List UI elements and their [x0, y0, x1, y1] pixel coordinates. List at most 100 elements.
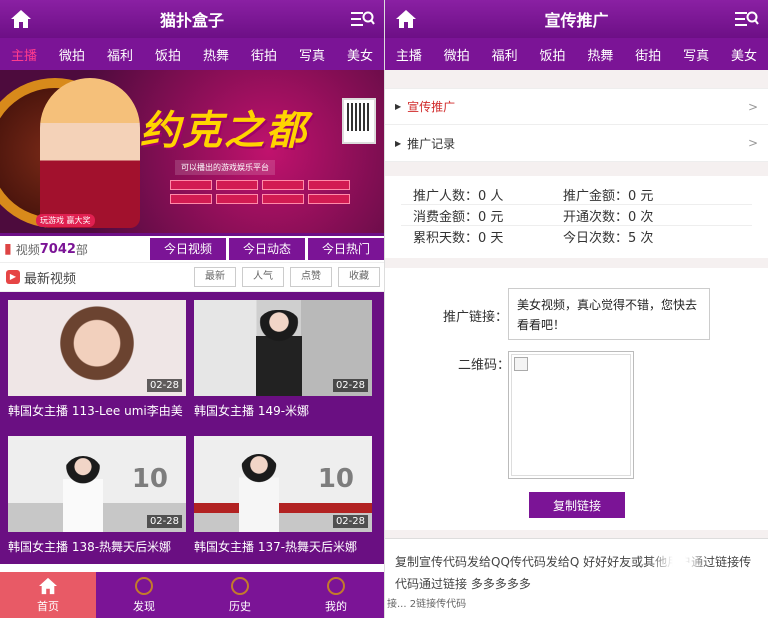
qr-code-label: 二维码： [458, 358, 511, 373]
instructions-footer: 接... 2链接传代码 [387, 599, 467, 610]
latest-videos-bar: ▶ 最新视频 最新 人气 点赞 收藏 [0, 262, 384, 292]
tab-today-videos[interactable]: 今日视频 [150, 238, 226, 260]
video-card[interactable]: 02-28 韩国女主播 113-Lee umi李由美 [8, 300, 186, 430]
category-tab[interactable]: 写真 [680, 45, 712, 64]
promotion-stats: 推广人数：0 人 推广金额：0 元 消费金额：0 元 开通次数：0 次 累积天数… [385, 176, 768, 258]
triangle-right-icon: ▶ [395, 102, 402, 111]
category-tab[interactable]: 主播 [393, 45, 425, 64]
promo-link-textbox[interactable]: 美女视频，真心觉得不错，您快去看看吧！ [508, 288, 710, 340]
sort-likes-button[interactable]: 点赞 [290, 267, 332, 287]
banner-character [40, 78, 140, 228]
nav-home[interactable]: 首页 [0, 572, 96, 618]
category-nav: 主播 微拍 福利 饭拍 热舞 街拍 写真 美女 [0, 38, 384, 70]
video-card[interactable]: 10 02-28 韩国女主播 137-热舞天后米娜 [194, 436, 372, 566]
video-date: 02-28 [332, 515, 368, 528]
menu-item-label: 推广记录 [407, 136, 456, 151]
nav-home-label: 首页 [37, 600, 59, 613]
menu-item-label: 宣传推广 [407, 100, 456, 114]
video-caption[interactable]: 韩国女主播 138-热舞天后米娜 [8, 538, 186, 555]
menu-search-icon[interactable] [342, 0, 384, 38]
top-bar: 宣传推广 [385, 0, 768, 38]
video-grid: 02-28 韩国女主播 113-Lee umi李由美 02-28 韩国女主播 1… [0, 292, 384, 564]
copy-link-button[interactable]: 复制链接 [529, 492, 625, 518]
tab-today-hot[interactable]: 今日热门 [308, 238, 384, 260]
banner-chips [170, 180, 350, 204]
nav-profile[interactable]: 我的 [288, 572, 384, 618]
promotion-menu: ▶ 宣传推广 > ▶ 推广记录 > [385, 88, 768, 162]
home-icon[interactable] [385, 0, 427, 38]
stat-spending: 消费金额：0 元 [413, 209, 504, 225]
tab-today-activity[interactable]: 今日动态 [229, 238, 305, 260]
category-tab[interactable]: 美女 [344, 45, 376, 64]
top-bar: 猫扑盒子 [0, 0, 384, 38]
category-tab[interactable]: 福利 [489, 45, 521, 64]
banner-subtitle: 可以播出的游戏娱乐平台 [175, 160, 275, 175]
video-date: 02-28 [332, 379, 368, 392]
menu-search-icon[interactable] [726, 0, 768, 38]
category-nav: 主播 微拍 福利 饭拍 热舞 街拍 写真 美女 [385, 38, 768, 70]
promotion-screen: 宣传推广 主播 微拍 福利 饭拍 热舞 街拍 写真 美女 ▶ 宣传推广 > ▶ … [384, 0, 768, 618]
chevron-right-icon: > [747, 99, 758, 114]
video-caption[interactable]: 韩国女主播 113-Lee umi李由美 [8, 402, 186, 419]
qr-code-image [508, 351, 634, 479]
home-icon [38, 576, 58, 596]
category-tab[interactable]: 热舞 [584, 45, 616, 64]
clock-icon [230, 576, 250, 596]
video-watermark: 10 [131, 464, 168, 494]
sort-popular-button[interactable]: 人气 [242, 267, 284, 287]
video-date: 02-28 [146, 515, 182, 528]
nav-history[interactable]: 历史 [192, 572, 288, 618]
category-tab[interactable]: 主播 [8, 45, 40, 64]
video-count: 7042 [39, 241, 76, 257]
video-count-label: 视频 [15, 242, 40, 257]
nav-discover-label: 发现 [133, 600, 155, 613]
category-tab[interactable]: 街拍 [248, 45, 280, 64]
video-thumbnail[interactable]: 10 02-28 [8, 436, 186, 532]
stat-activations: 开通次数：0 次 [563, 209, 654, 225]
video-watermark: 10 [317, 464, 354, 494]
video-caption[interactable]: 韩国女主播 149-米娜 [194, 402, 372, 419]
nav-discover[interactable]: 发现 [96, 572, 192, 618]
chevron-right-icon: > [747, 136, 758, 150]
video-thumbnail[interactable]: 02-28 [8, 300, 186, 396]
promo-instructions: 复制宣传代码发给QQ传代码发给Q 好好好友或其他用户通过链接传代码通过链接 多多… [385, 538, 768, 618]
video-date: 02-28 [146, 379, 182, 392]
stat-promoted-users: 推广人数：0 人 [413, 188, 504, 204]
nav-history-label: 历史 [229, 600, 251, 613]
category-tab[interactable]: 街拍 [632, 45, 664, 64]
category-tab[interactable]: 福利 [104, 45, 136, 64]
sort-favorites-button[interactable]: 收藏 [338, 267, 380, 287]
page-title: 宣传推广 [544, 11, 609, 30]
category-tab[interactable]: 热舞 [200, 45, 232, 64]
promo-link-label: 推广链接： [443, 310, 509, 325]
page-title: 猫扑盒子 [159, 11, 224, 30]
nav-profile-label: 我的 [325, 600, 347, 613]
bar-chart-icon: ▮ [4, 241, 12, 257]
sort-latest-button[interactable]: 最新 [194, 267, 236, 287]
promotion-link-panel: 推广链接： 美女视频，真心觉得不错，您快去看看吧！ 二维码： 复制链接 [385, 268, 768, 530]
stat-promotion-amount: 推广金额：0 元 [563, 188, 654, 204]
video-stats-bar: ▮ 视频 7042 部 今日视频 今日动态 今日热门 [0, 236, 384, 262]
category-tab[interactable]: 饭拍 [537, 45, 569, 64]
stat-today-count: 今日次数：5 次 [563, 231, 654, 246]
home-icon[interactable] [0, 0, 42, 38]
triangle-right-icon: ▶ [395, 138, 402, 148]
category-tab[interactable]: 饭拍 [152, 45, 184, 64]
banner-play-tag: 玩游戏 赢大奖 [36, 214, 95, 227]
play-icon: ▶ [6, 270, 20, 284]
video-caption[interactable]: 韩国女主播 137-热舞天后米娜 [194, 538, 372, 555]
video-card[interactable]: 10 02-28 韩国女主播 138-热舞天后米娜 [8, 436, 186, 566]
category-tab[interactable]: 美女 [728, 45, 760, 64]
promo-banner[interactable]: 约克之都 可以播出的游戏娱乐平台 玩游戏 赢大奖 [0, 70, 384, 236]
video-thumbnail[interactable]: 10 02-28 [194, 436, 372, 532]
banner-title: 约克之都 [140, 108, 308, 154]
menu-item-promotion[interactable]: ▶ 宣传推广 > [385, 89, 768, 125]
menu-item-records[interactable]: ▶ 推广记录 > [385, 125, 768, 161]
category-tab[interactable]: 微拍 [56, 45, 88, 64]
category-tab[interactable]: 微拍 [441, 45, 473, 64]
video-thumbnail[interactable]: 02-28 [194, 300, 372, 396]
video-card[interactable]: 02-28 韩国女主播 149-米娜 [194, 300, 372, 430]
banner-qr-code [342, 98, 376, 144]
latest-videos-label: 最新视频 [24, 271, 77, 287]
category-tab[interactable]: 写真 [296, 45, 328, 64]
